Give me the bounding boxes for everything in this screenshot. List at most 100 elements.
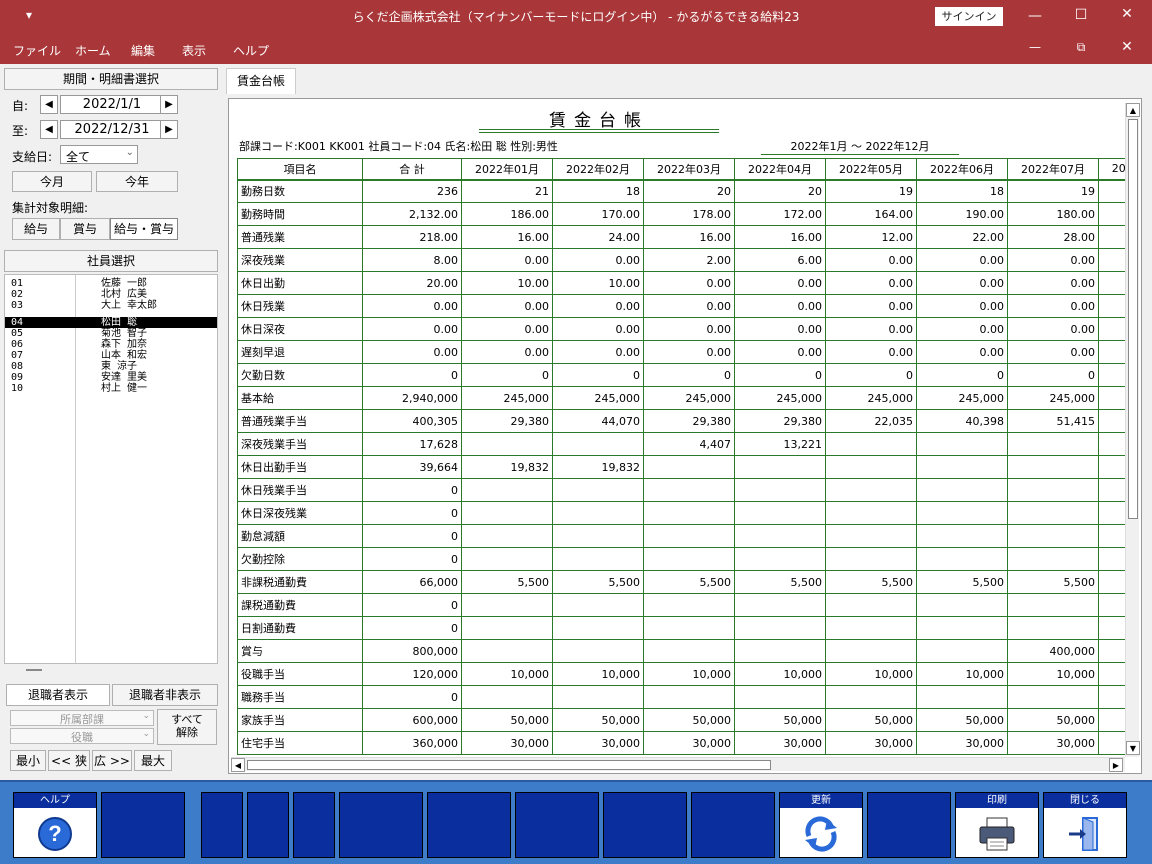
menu-help[interactable]: ヘルプ — [233, 42, 269, 59]
table-cell: 8.00 — [362, 248, 462, 272]
inner-restore-icon[interactable]: ⧉ — [1058, 40, 1104, 55]
menu-edit[interactable]: 編集 — [131, 42, 155, 59]
refresh-button[interactable]: 更新 — [779, 792, 863, 858]
employee-name: 森下 加奈 — [101, 339, 148, 350]
employee-row[interactable]: 08 東 涼子 — [5, 361, 217, 372]
size-narrow-button[interactable]: << 狭 — [48, 750, 90, 771]
fkey-blank[interactable] — [339, 792, 423, 858]
table-cell: 13,221 — [734, 432, 826, 456]
maximize-icon[interactable]: ☐ — [1058, 7, 1104, 23]
row-label: 休日残業 — [237, 294, 363, 318]
close-app-button[interactable]: 閉じる — [1043, 792, 1127, 858]
col-header-item: 項目名 — [237, 158, 363, 180]
table-cell: 51,415 — [1007, 409, 1099, 433]
table-row: 休日残業手当 0 — [237, 478, 1139, 502]
table-cell — [552, 478, 644, 502]
this-year-button[interactable]: 今年 — [96, 171, 178, 192]
table-cell: 0 — [362, 593, 462, 617]
from-next-button[interactable]: ▶ — [160, 95, 178, 114]
hide-retired-button[interactable]: 退職者非表示 — [112, 684, 218, 706]
exit-door-icon — [1044, 810, 1126, 858]
vertical-scrollbar[interactable]: ▲ ▼ — [1125, 103, 1140, 757]
employee-row[interactable]: 10 村上 健一 — [5, 383, 217, 394]
fkey-blank[interactable] — [427, 792, 511, 858]
fkey-blank[interactable] — [603, 792, 687, 858]
scroll-right-icon[interactable]: ▶ — [1109, 758, 1123, 772]
table-cell: 5,500 — [1007, 570, 1099, 594]
employee-code: 01 — [11, 278, 24, 289]
close-icon[interactable]: ✕ — [1104, 6, 1150, 22]
table-cell: 40,398 — [916, 409, 1008, 433]
col-header-month: 2022年06月 — [916, 158, 1008, 180]
table-cell: 2,132.00 — [362, 202, 462, 226]
show-retired-button[interactable]: 退職者表示 — [6, 684, 110, 706]
table-cell: 50,000 — [1007, 708, 1099, 732]
employee-row[interactable]: 09 安達 里美 — [5, 372, 217, 383]
dept-select[interactable]: 所属部課 ⌄ — [10, 710, 154, 726]
fkey-blank[interactable] — [515, 792, 599, 858]
from-date-input[interactable]: 2022/1/1 — [60, 95, 164, 114]
col-header-month: 2022年03月 — [643, 158, 735, 180]
tab-wage-ledger[interactable]: 賃金台帳 — [226, 68, 296, 94]
fkey-blank[interactable] — [293, 792, 335, 858]
target-both-button[interactable]: 給与・賞与 — [110, 218, 178, 240]
row-label: 普通残業 — [237, 225, 363, 249]
table-row: 賞与 800,000 400,000 — [237, 639, 1139, 663]
scroll-down-icon[interactable]: ▼ — [1126, 741, 1140, 755]
employee-row[interactable]: 01 佐藤 一郎 — [5, 278, 217, 289]
size-wide-button[interactable]: 広 >> — [92, 750, 132, 771]
row-label: 普通残業手当 — [237, 409, 363, 433]
to-date-input[interactable]: 2022/12/31 — [60, 120, 164, 139]
scroll-up-icon[interactable]: ▲ — [1126, 103, 1140, 117]
fkey-blank[interactable] — [101, 792, 185, 858]
to-next-button[interactable]: ▶ — [160, 120, 178, 139]
title-select[interactable]: 役職 ⌄ — [10, 728, 154, 744]
employee-row[interactable]: 05 菊池 智子 — [5, 328, 217, 339]
table-row: 日割通勤費 0 — [237, 616, 1139, 640]
table-cell: 0 — [461, 363, 553, 387]
size-min-button[interactable]: 最小 — [10, 750, 46, 771]
inner-close-icon[interactable]: ✕ — [1104, 39, 1150, 55]
menu-file[interactable]: ファイル — [13, 42, 61, 59]
size-max-button[interactable]: 最大 — [134, 750, 172, 771]
table-row: 欠勤日数 0 0 0 0 0 0 0 0 — [237, 363, 1139, 387]
minimize-icon[interactable]: — — [1012, 8, 1058, 24]
scroll-thumb[interactable] — [1128, 119, 1138, 519]
table-cell: 10,000 — [461, 662, 553, 686]
to-prev-button[interactable]: ◀ — [40, 120, 58, 139]
payday-select[interactable]: 全て ⌄ — [60, 145, 138, 164]
scroll-thumb[interactable] — [247, 760, 771, 770]
menu-home[interactable]: ホーム — [75, 42, 111, 59]
fkey-blank[interactable] — [201, 792, 243, 858]
from-prev-button[interactable]: ◀ — [40, 95, 58, 114]
horizontal-scrollbar[interactable]: ◀ ▶ — [231, 757, 1125, 772]
table-row: 家族手当 600,000 50,000 50,000 50,000 50,000 50,00… — [237, 708, 1139, 732]
table-cell: 10.00 — [461, 271, 553, 295]
clear-all-button[interactable]: すべて解除 — [157, 709, 217, 745]
this-month-button[interactable]: 今月 — [12, 171, 92, 192]
inner-minimize-icon[interactable]: — — [1012, 40, 1058, 54]
fkey-blank[interactable] — [867, 792, 951, 858]
menu-view[interactable]: 表示 — [182, 42, 206, 59]
employee-list[interactable]: 01 佐藤 一郎 02 北村 広美 03 大上 幸太郎 04 松田 聡 05 菊池 智子 … — [4, 274, 218, 664]
table-cell — [734, 501, 826, 525]
fkey-blank[interactable] — [247, 792, 289, 858]
help-button[interactable]: ヘルプ? — [13, 792, 97, 858]
splitter-handle[interactable] — [26, 669, 42, 671]
fkey-blank[interactable] — [691, 792, 775, 858]
target-salary-button[interactable]: 給与 — [12, 218, 60, 240]
scroll-left-icon[interactable]: ◀ — [231, 758, 245, 772]
employee-row[interactable]: 07 山本 和宏 — [5, 350, 217, 361]
signin-button[interactable]: サインイン — [935, 7, 1003, 26]
table-cell — [734, 685, 826, 709]
employee-row[interactable]: 02 北村 広美 — [5, 289, 217, 300]
target-bonus-button[interactable]: 賞与 — [60, 218, 110, 240]
print-button[interactable]: 印刷 — [955, 792, 1039, 858]
row-label: 勤務日数 — [237, 179, 363, 203]
table-cell: 0.00 — [734, 317, 826, 341]
employee-row-selected[interactable]: 04 松田 聡 — [5, 317, 217, 328]
employee-row[interactable]: 03 大上 幸太郎 — [5, 300, 217, 311]
employee-row[interactable]: 06 森下 加奈 — [5, 339, 217, 350]
table-cell: 0.00 — [362, 340, 462, 364]
table-cell: 172.00 — [734, 202, 826, 226]
